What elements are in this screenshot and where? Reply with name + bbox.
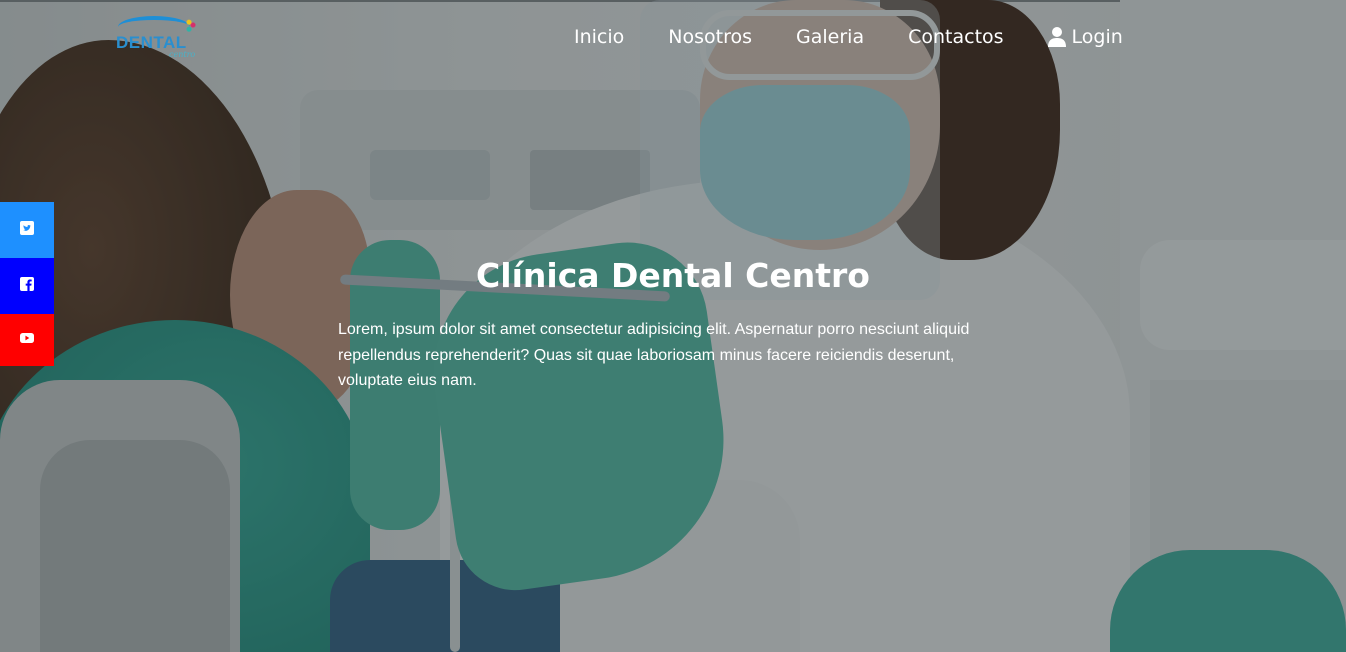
nav-link-nosotros[interactable]: Nosotros [668, 26, 752, 48]
login-label: Login [1071, 26, 1123, 48]
login-link[interactable]: Login [1047, 26, 1123, 48]
hero-title: Clínica Dental Centro [476, 256, 870, 295]
brand-logo[interactable]: DENTAL centro [114, 14, 200, 60]
nav-link-inicio[interactable]: Inicio [574, 26, 624, 48]
twitter-icon [20, 220, 34, 240]
youtube-button[interactable] [0, 314, 54, 366]
main-nav: Inicio Nosotros Galeria Contactos Login [574, 26, 1123, 48]
hero-description: Lorem, ipsum dolor sit amet consectetur … [338, 321, 970, 389]
user-icon [1047, 27, 1066, 47]
logo-subtext: centro [169, 50, 196, 59]
nav-link-galeria[interactable]: Galeria [796, 26, 864, 48]
nav-link-contactos[interactable]: Contactos [908, 26, 1003, 48]
logo-dots [186, 18, 196, 32]
youtube-icon [20, 331, 34, 350]
twitter-button[interactable] [0, 202, 54, 258]
